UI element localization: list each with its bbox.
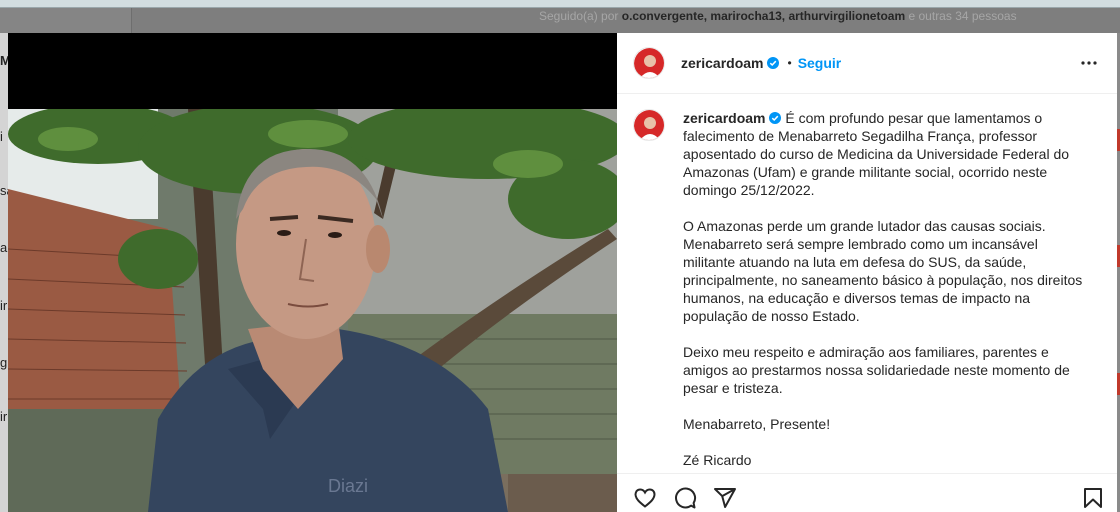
followed-by-users[interactable]: o.convergente, marirocha13, arthurvirgil… xyxy=(622,9,905,23)
shirt-print-text: Diazi xyxy=(328,476,368,496)
bg-glyph: ar xyxy=(0,240,8,255)
caption-author-avatar[interactable] xyxy=(633,109,665,141)
caption-paragraph: Menabarreto, Presente! xyxy=(683,416,831,432)
followed-by-suffix: e outras 34 pessoas xyxy=(908,9,1017,23)
bg-glyph: ir xyxy=(0,409,8,424)
bookmark-icon[interactable] xyxy=(1081,486,1105,510)
author-avatar[interactable] xyxy=(633,47,665,79)
bg-glyph: sa xyxy=(0,183,8,198)
caption-paragraph: O Amazonas perde um grande lutador das c… xyxy=(683,218,1083,324)
caption-paragraph: Deixo meu respeito e admiração aos famil… xyxy=(683,344,1070,396)
caption-paragraph: zericardoam É com profundo pesar que lam… xyxy=(683,109,1093,199)
post-header: zericardoam • Seguir xyxy=(617,33,1117,94)
post-photo: Diazi xyxy=(8,109,617,512)
send-icon[interactable] xyxy=(713,486,737,510)
bg-glyph: i xyxy=(0,129,3,144)
background-left-strip: M i sa ar ir g ir xyxy=(0,33,8,512)
post-actions-bar xyxy=(617,473,1117,512)
post-caption: zericardoam É com profundo pesar que lam… xyxy=(633,109,1103,487)
author-username[interactable]: zericardoam xyxy=(681,55,763,71)
bg-glyph: M xyxy=(0,53,8,68)
caption-text: zericardoam É com profundo pesar que lam… xyxy=(683,109,1093,487)
caption-verified-icon xyxy=(769,112,782,124)
follow-button[interactable]: Seguir xyxy=(798,55,842,71)
more-horizontal-icon[interactable] xyxy=(1077,51,1101,75)
background-left-column xyxy=(0,8,132,34)
followed-by-prefix: Seguido(a) por xyxy=(539,9,619,23)
comment-icon[interactable] xyxy=(673,486,697,510)
post-side-panel: zericardoam • Seguir zericardoam É com p… xyxy=(617,33,1117,512)
caption-signature: Zé Ricardo xyxy=(683,452,752,468)
post-media[interactable]: Diazi xyxy=(8,33,617,512)
caption-author-username[interactable]: zericardoam xyxy=(683,110,765,126)
bg-glyph: ir xyxy=(0,298,8,313)
background-topbar xyxy=(0,0,1120,8)
separator-dot: • xyxy=(787,56,792,70)
post-modal: Diazi zericardoam • Seguir zericardoam É… xyxy=(8,33,1117,512)
verified-badge-icon xyxy=(767,57,780,69)
followed-by-text: Seguido(a) por o.convergente, marirocha1… xyxy=(539,9,1017,23)
bg-glyph: g xyxy=(0,355,8,370)
heart-icon[interactable] xyxy=(633,486,657,510)
